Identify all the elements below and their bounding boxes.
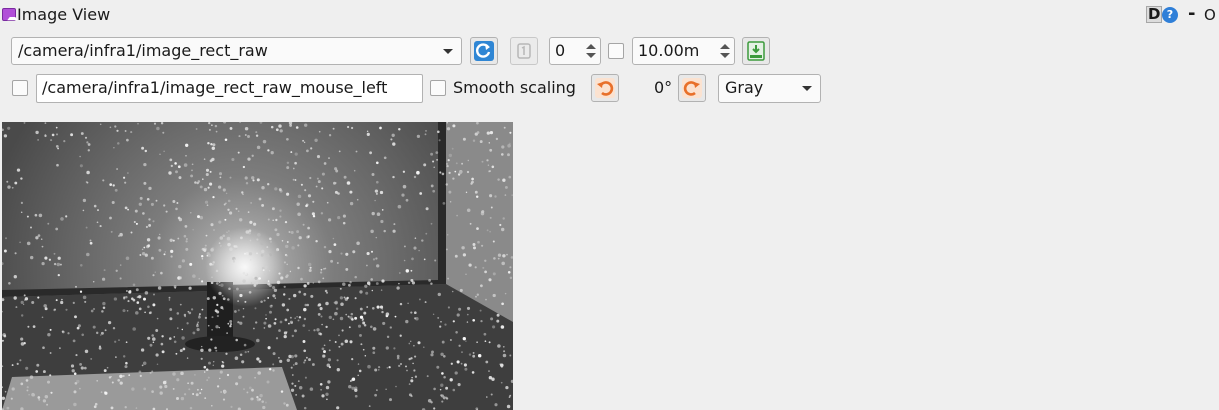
- spin-up-icon[interactable]: [720, 44, 730, 49]
- close-button[interactable]: O: [1204, 6, 1216, 24]
- max-range-value: 10.00m: [638, 41, 700, 60]
- rotate-right-button[interactable]: [678, 74, 706, 102]
- color-scheme-value: Gray: [725, 78, 764, 97]
- frame-value: 0: [555, 41, 566, 60]
- smooth-scaling-checkbox[interactable]: [430, 80, 446, 96]
- zoom-1-button[interactable]: [510, 37, 538, 65]
- window-title: Image View: [17, 5, 111, 24]
- save-icon: [747, 41, 765, 61]
- infrared-image: [2, 122, 513, 410]
- app-icon: [2, 8, 16, 21]
- smooth-scaling-label: Smooth scaling: [453, 78, 576, 97]
- spin-up-icon[interactable]: [586, 44, 596, 49]
- frame-spinbox[interactable]: 0: [549, 37, 601, 65]
- zoom-1-icon: [517, 43, 531, 59]
- mouse-topic-value: /camera/infra1/image_rect_raw_mouse_left: [42, 78, 388, 97]
- rotate-left-button[interactable]: [591, 74, 619, 102]
- topic-select[interactable]: /camera/infra1/image_rect_raw: [11, 37, 462, 65]
- save-image-button[interactable]: [742, 37, 770, 65]
- depth-range-checkbox[interactable]: [608, 43, 624, 59]
- camera-image[interactable]: [2, 122, 513, 410]
- refresh-icon: [474, 41, 494, 61]
- dock-button[interactable]: D: [1146, 6, 1163, 23]
- chevron-down-icon: [443, 49, 453, 54]
- help-icon[interactable]: ?: [1162, 7, 1178, 23]
- refresh-button[interactable]: [470, 37, 498, 65]
- title-bar: Image View D ? - O: [0, 0, 1219, 30]
- spin-down-icon[interactable]: [586, 53, 596, 58]
- chevron-down-icon: [802, 86, 812, 91]
- color-scheme-select[interactable]: Gray: [718, 74, 821, 103]
- topic-value: /camera/infra1/image_rect_raw: [18, 41, 268, 60]
- mouse-topic-field[interactable]: /camera/infra1/image_rect_raw_mouse_left: [36, 74, 423, 103]
- rotate-left-icon: [595, 78, 615, 98]
- minimize-button[interactable]: -: [1188, 3, 1195, 24]
- rotation-label: 0°: [654, 78, 673, 97]
- max-range-spinbox[interactable]: 10.00m: [632, 37, 735, 65]
- mouse-publish-checkbox[interactable]: [12, 80, 28, 96]
- spin-down-icon[interactable]: [720, 53, 730, 58]
- rotate-right-icon: [682, 78, 702, 98]
